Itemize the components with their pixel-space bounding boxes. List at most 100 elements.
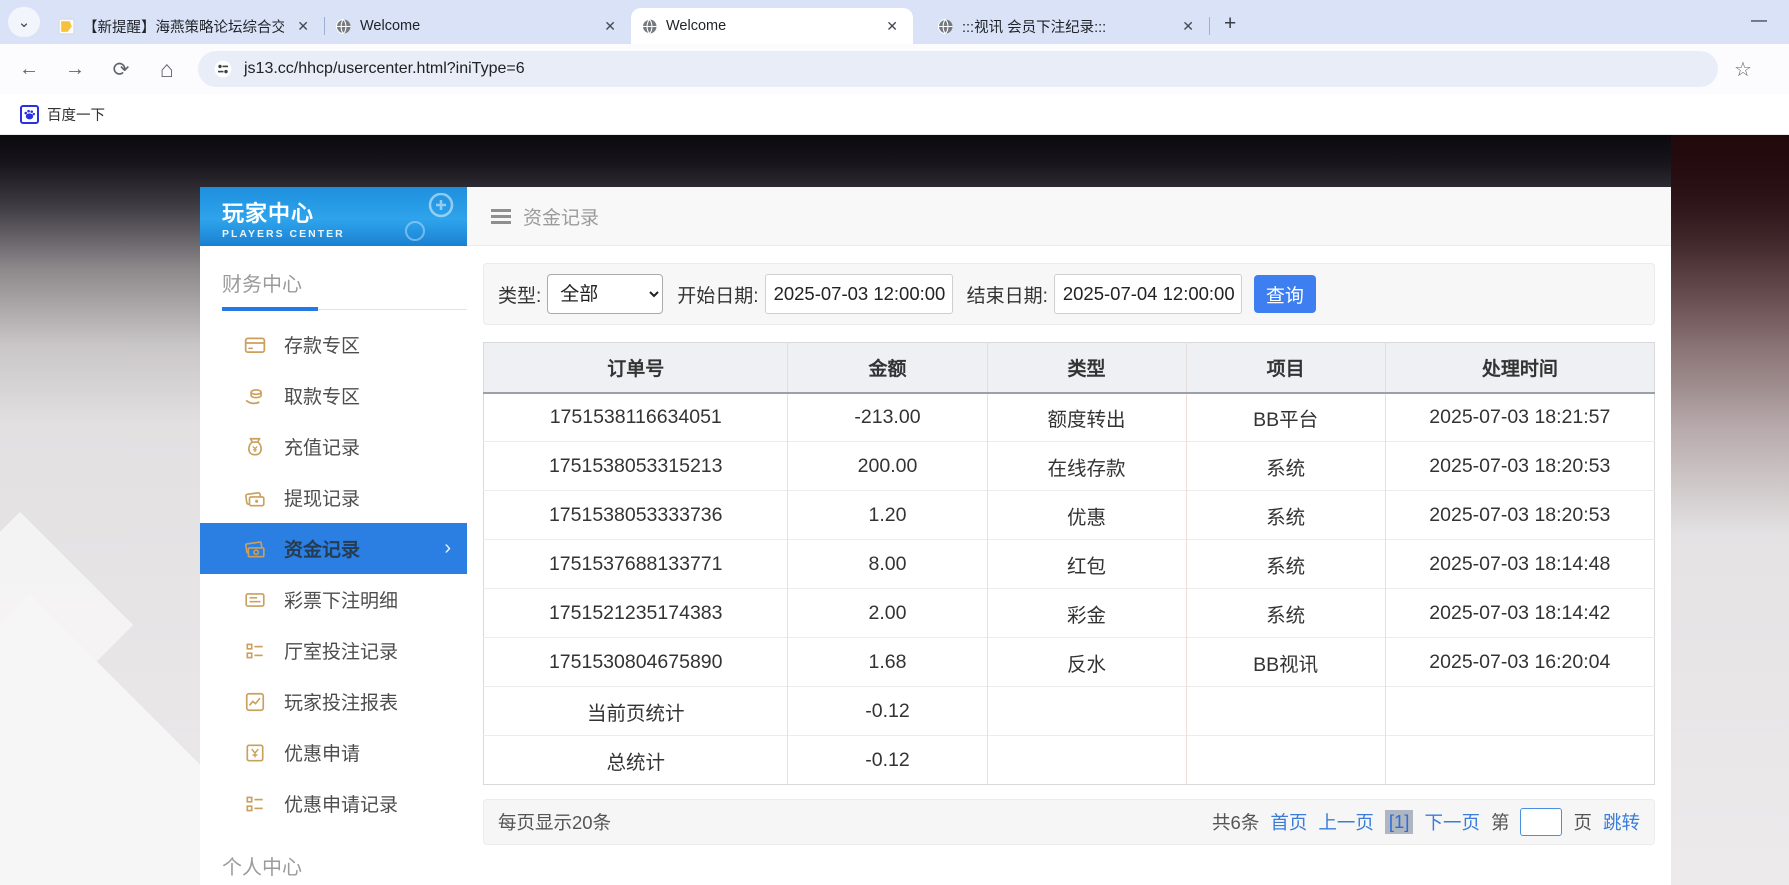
cell-type: 彩金 [987, 589, 1186, 638]
sidebar-item-label: 优惠申请记录 [284, 790, 398, 817]
col-project: 项目 [1186, 343, 1385, 393]
close-icon[interactable]: ✕ [599, 16, 621, 37]
cell-project: BB平台 [1186, 393, 1385, 442]
sidebar-item-label: 彩票下注明细 [284, 586, 398, 613]
table-row: 1751538116634051-213.00额度转出BB平台2025-07-0… [484, 393, 1655, 442]
sidebar-item-recharge-record[interactable]: 充值记录 [200, 421, 467, 472]
cell-amount: 2.00 [788, 589, 987, 638]
reload-icon[interactable]: ⟳ [104, 57, 138, 82]
col-amount: 金额 [788, 343, 987, 393]
sidebar-item-label: 优惠申请 [284, 739, 360, 766]
sidebar-item-promo-apply[interactable]: 优惠申请 [200, 727, 467, 778]
chevron-right-icon: › [444, 537, 451, 560]
sidebar-item-lottery-bet-detail[interactable]: 彩票下注明细 [200, 574, 467, 625]
chevron-down-icon: ⌄ [18, 13, 31, 31]
cell-time: 2025-07-03 18:20:53 [1385, 491, 1654, 540]
tab-title: Welcome [360, 18, 591, 34]
globe-icon [937, 18, 954, 35]
summary-row-current-page: 当前页统计-0.12 [484, 687, 1655, 736]
next-page-link[interactable]: 下一页 [1424, 809, 1480, 835]
sidebar-item-funds-record[interactable]: 资金记录 › [200, 523, 467, 574]
url-text[interactable]: js13.cc/hhcp/usercenter.html?iniType=6 [244, 60, 525, 78]
col-order-id: 订单号 [484, 343, 788, 393]
banknotes-icon [244, 538, 266, 560]
bookmark-star-icon[interactable]: ☆ [1734, 57, 1752, 82]
document-icon [58, 18, 75, 35]
section-personal-title: 个人中心 [200, 829, 467, 885]
jump-suffix-label: 页 [1573, 809, 1592, 835]
forward-icon[interactable]: → [58, 58, 92, 81]
first-page-link[interactable]: 首页 [1270, 809, 1307, 835]
cell-type: 反水 [987, 638, 1186, 687]
end-date-input[interactable] [1054, 274, 1242, 314]
close-icon[interactable]: ✕ [881, 16, 903, 37]
search-button[interactable]: 查询 [1254, 275, 1316, 313]
sidebar-item-label: 存款专区 [284, 331, 360, 358]
window-minimize-button[interactable]: — [1751, 12, 1767, 30]
cell-amount: -213.00 [788, 393, 987, 442]
current-page-badge: [1] [1385, 810, 1414, 834]
sidebar-item-room-bet-record[interactable]: 厅室投注记录 [200, 625, 467, 676]
funds-table: 订单号 金额 类型 项目 处理时间 1751538116634051-213.0… [483, 342, 1655, 785]
address-bar[interactable]: js13.cc/hhcp/usercenter.html?iniType=6 [198, 51, 1718, 87]
tab-welcome-1[interactable]: Welcome ✕ [325, 8, 631, 44]
money-bag-icon [244, 436, 266, 458]
tab-title: 【新提醒】海燕策略论坛综合交 [83, 16, 284, 37]
cell-time: 2025-07-03 18:14:42 [1385, 589, 1654, 638]
back-icon[interactable]: ← [12, 58, 46, 81]
summary-label: 总统计 [484, 736, 788, 785]
sidebar-item-label: 充值记录 [284, 433, 360, 460]
tab-forum[interactable]: 【新提醒】海燕策略论坛综合交 ✕ [48, 8, 324, 44]
section-divider [200, 307, 467, 311]
jump-button[interactable]: 跳转 [1603, 809, 1640, 835]
tab-video-records[interactable]: :::视讯 会员下注纪录::: ✕ [927, 8, 1209, 44]
home-icon[interactable]: ⌂ [150, 56, 184, 83]
sidebar-item-deposit-zone[interactable]: 存款专区 [200, 319, 467, 370]
sidebar-item-promo-apply-record[interactable]: 优惠申请记录 [200, 778, 467, 829]
page-title: 资金记录 [523, 203, 599, 230]
baidu-paw-icon [20, 105, 39, 124]
sidebar-item-withdraw-zone[interactable]: 取款专区 [200, 370, 467, 421]
coupon-icon [244, 742, 266, 764]
background-dark-right [1671, 135, 1789, 535]
summary-row-total: 总统计-0.12 [484, 736, 1655, 785]
jump-page-input[interactable] [1520, 808, 1562, 836]
prev-page-link[interactable]: 上一页 [1318, 809, 1374, 835]
table-row: 17515308046758901.68反水BB视讯2025-07-03 16:… [484, 638, 1655, 687]
tab-welcome-active[interactable]: Welcome ✕ [631, 8, 913, 44]
end-date-label: 结束日期: [967, 281, 1048, 308]
cell-amount: 1.20 [788, 491, 987, 540]
cell-project: BB视讯 [1186, 638, 1385, 687]
tab-title: :::视讯 会员下注纪录::: [962, 16, 1169, 37]
bookmark-baidu[interactable]: 百度一下 [20, 104, 105, 125]
start-date-label: 开始日期: [677, 281, 758, 308]
sidebar-item-label: 厅室投注记录 [284, 637, 398, 664]
table-row: 17515376881337718.00红包系统2025-07-03 18:14… [484, 540, 1655, 589]
hamburger-icon[interactable] [491, 206, 511, 227]
cell-time: 2025-07-03 18:14:48 [1385, 540, 1654, 589]
new-tab-button[interactable]: + [1224, 12, 1236, 36]
tab-search-button[interactable]: ⌄ [8, 7, 40, 37]
page-size-label: 每页显示20条 [498, 809, 611, 835]
cell-order-id: 1751521235174383 [484, 589, 788, 638]
cell-time: 2025-07-03 16:20:04 [1385, 638, 1654, 687]
deposit-card-icon [244, 334, 266, 356]
cell-amount: 1.68 [788, 638, 987, 687]
type-select[interactable]: 全部 [547, 274, 663, 314]
ticket-list-icon [244, 589, 266, 611]
close-icon[interactable]: ✕ [1177, 16, 1199, 37]
sidebar-header: 玩家中心 PLAYERS CENTER [200, 187, 467, 246]
site-settings-icon[interactable] [214, 60, 232, 78]
cell-project: 系统 [1186, 491, 1385, 540]
start-date-input[interactable] [765, 274, 953, 314]
browser-tab-strip: ⌄ 【新提醒】海燕策略论坛综合交 ✕ Welcome ✕ Welcome ✕ :… [0, 0, 1789, 44]
table-header-row: 订单号 金额 类型 项目 处理时间 [484, 343, 1655, 393]
close-icon[interactable]: ✕ [292, 16, 314, 37]
wallet-icon [244, 487, 266, 509]
sidebar-item-withdrawal-record[interactable]: 提现记录 [200, 472, 467, 523]
sidebar-item-player-bet-report[interactable]: 玩家投注报表 [200, 676, 467, 727]
cell-type: 优惠 [987, 491, 1186, 540]
panel-header: 资金记录 [467, 187, 1671, 246]
pagination-bar: 每页显示20条 共6条 首页 上一页 [1] 下一页 第 页 跳转 [483, 799, 1655, 845]
cell-time: 2025-07-03 18:20:53 [1385, 442, 1654, 491]
